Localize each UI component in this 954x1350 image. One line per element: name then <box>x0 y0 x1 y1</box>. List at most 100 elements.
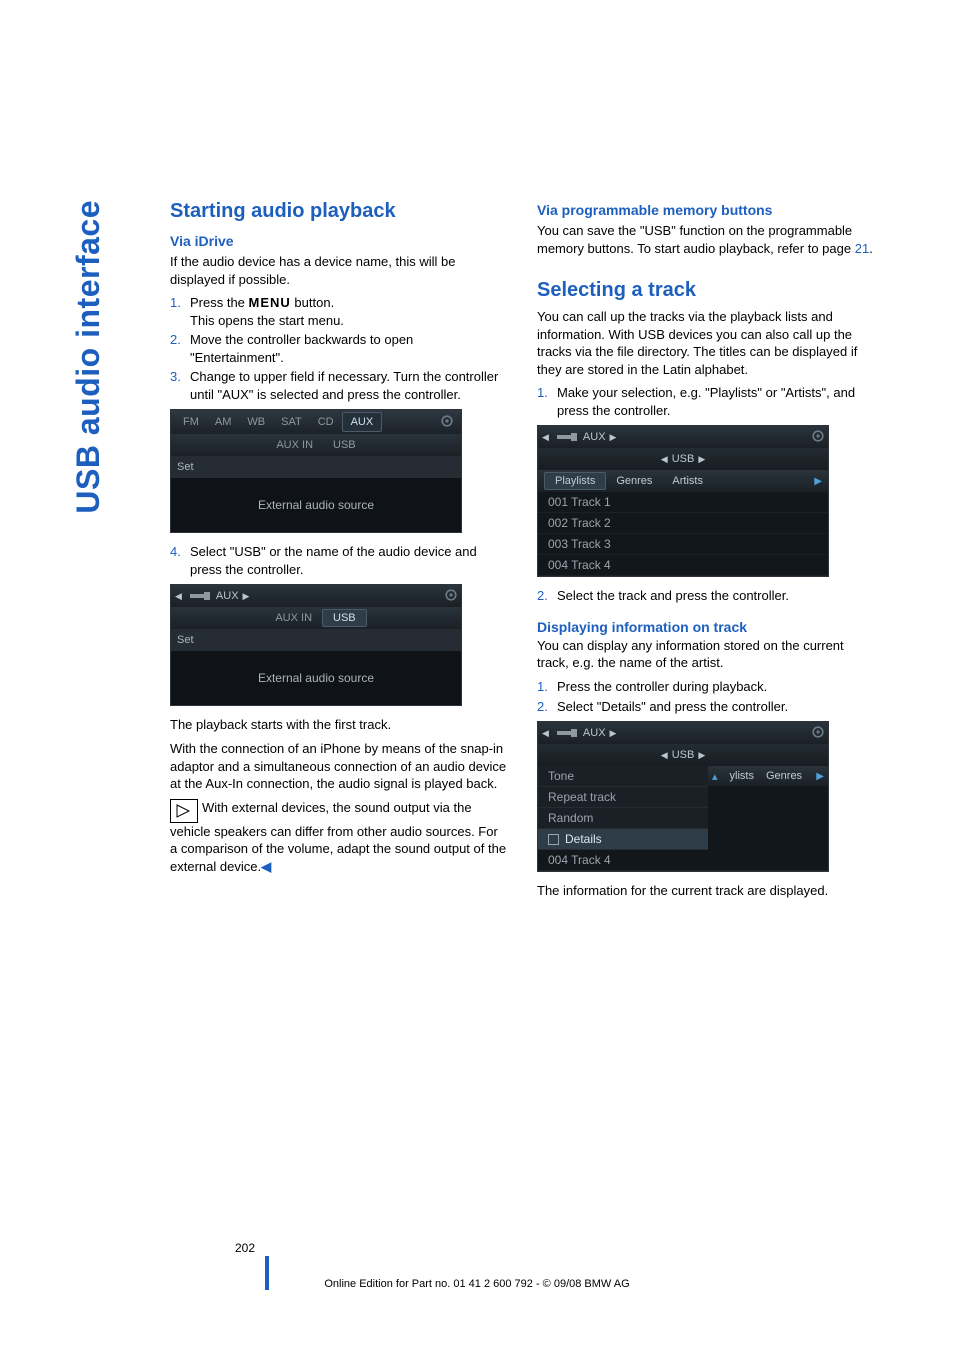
footer-line: Online Edition for Part no. 01 41 2 600 … <box>0 1278 954 1290</box>
right-arrow-icon: ▶ <box>606 728 621 739</box>
heading-via-idrive: Via iDrive <box>170 233 507 249</box>
nav-aux-label: AUX <box>216 590 239 602</box>
tab-genres: Genres <box>606 473 662 489</box>
left-arrow-icon: ◀ <box>657 750 672 761</box>
step-number: 3. <box>170 368 190 403</box>
tab-artists: Artists <box>662 473 713 489</box>
left-arrow-icon: ◀ <box>538 432 553 443</box>
scroll-right-icon: ▶ <box>814 476 822 487</box>
tab-playlists: Playlists <box>544 472 606 490</box>
gear-icon <box>439 413 457 431</box>
step-number: 2. <box>170 331 190 366</box>
plug-icon <box>557 432 579 442</box>
step-number: 4. <box>170 543 190 578</box>
idrive-screenshot-details: ◀ AUX ▶ ◀ USB ▶ Tone Repeat track <box>537 721 829 872</box>
scroll-right-icon: ▶ <box>816 771 824 782</box>
screen-body-text: External audio source <box>171 651 461 705</box>
step-number: 1. <box>537 678 557 696</box>
tab-genres: Genres <box>760 769 808 783</box>
note-paragraph: With external devices, the sound output … <box>170 799 507 876</box>
idrive-screenshot-source-select: FM AM WB SAT CD AUX AUX IN USB Set Exter… <box>170 409 462 533</box>
heading-via-memory-buttons: Via programmable memory buttons <box>537 202 874 218</box>
step-text: Select the track and press the controlle… <box>557 587 874 605</box>
scroll-left-icon: ▴ <box>712 770 718 783</box>
subtab-usb: USB <box>322 609 367 627</box>
note-icon <box>170 799 198 823</box>
nav-aux-label: AUX <box>583 727 606 739</box>
screen-body-text: External audio source <box>171 478 461 532</box>
set-row: Set <box>171 456 461 478</box>
step-text: Move the controller backwards to open "E… <box>190 331 507 366</box>
menu-random: Random <box>538 808 708 829</box>
idrive-screenshot-playlists: ◀ AUX ▶ ◀ USB ▶ Playlists Genres Artis <box>537 425 829 577</box>
display-steps-list: 1. Press the controller during playback.… <box>537 678 874 715</box>
set-row: Set <box>171 629 461 651</box>
gear-icon <box>443 587 461 605</box>
left-arrow-icon: ◀ <box>171 591 186 602</box>
left-arrow-icon: ◀ <box>657 454 672 465</box>
nav-usb-label: USB <box>672 749 695 761</box>
right-arrow-icon: ▶ <box>239 591 254 602</box>
paragraph-iphone: With the connection of an iPhone by mean… <box>170 740 507 793</box>
subtab-auxin: AUX IN <box>265 610 322 626</box>
nav-aux-label: AUX <box>583 431 606 443</box>
step-text: Select "Details" and press the controlle… <box>557 698 874 716</box>
paragraph-memory-buttons: You can save the "USB" function on the p… <box>537 222 874 257</box>
step-text: Change to upper field if necessary. Turn… <box>190 368 507 403</box>
page-ref-link[interactable]: 21 <box>855 241 869 256</box>
paragraph-intro: If the audio device has a device name, t… <box>170 253 507 288</box>
menu-tone: Tone <box>538 766 708 787</box>
step-number: 2. <box>537 698 557 716</box>
plug-icon <box>190 591 212 601</box>
right-arrow-icon: ▶ <box>694 750 709 761</box>
tab-am: AM <box>207 413 240 431</box>
gear-icon <box>810 428 828 446</box>
tab-cd: CD <box>310 413 342 431</box>
step-number: 2. <box>537 587 557 605</box>
menu-repeat: Repeat track <box>538 787 708 808</box>
heading-starting-audio-playback: Starting audio playback <box>170 200 507 223</box>
subtab-usb: USB <box>323 437 366 453</box>
steps-list: 1. Press the MENU button. This opens the… <box>170 294 507 403</box>
subtab-auxin: AUX IN <box>266 437 323 453</box>
paragraph-displaying-info: You can display any information stored o… <box>537 637 874 672</box>
tab-aux: AUX <box>342 412 383 432</box>
paragraph-playback-starts: The playback starts with the first track… <box>170 716 507 734</box>
page-number: 202 <box>235 1241 255 1255</box>
menu-button-label: MENU <box>249 295 291 310</box>
plug-icon <box>557 728 579 738</box>
nav-usb-label: USB <box>672 453 695 465</box>
end-arrow-icon: ◀ <box>261 859 271 874</box>
tab-sat: SAT <box>273 413 310 431</box>
step-number: 1. <box>170 294 190 329</box>
step-number: 1. <box>537 384 557 419</box>
checkbox-icon <box>548 834 559 845</box>
idrive-screenshot-usb-select: ◀ AUX ▶ AUX IN USB Set External audio so… <box>170 584 462 706</box>
step-text: Press the controller during playback. <box>557 678 874 696</box>
right-column: Via programmable memory buttons You can … <box>537 200 874 906</box>
select-steps-list-2: 2. Select the track and press the contro… <box>537 587 874 605</box>
paragraph-info-displayed: The information for the current track ar… <box>537 882 874 900</box>
menu-details: Details <box>538 829 708 850</box>
select-steps-list: 1. Make your selection, e.g. "Playlists"… <box>537 384 874 419</box>
paragraph-selecting-track: You can call up the tracks via the playb… <box>537 308 874 378</box>
left-arrow-icon: ◀ <box>538 728 553 739</box>
side-tab-title: USB audio interface <box>70 200 107 514</box>
track-row: 004 Track 4 <box>538 850 828 871</box>
tab-fm: FM <box>175 413 207 431</box>
left-column: Starting audio playback Via iDrive If th… <box>170 200 507 906</box>
heading-displaying-info: Displaying information on track <box>537 619 874 635</box>
right-arrow-icon: ▶ <box>694 454 709 465</box>
steps-list-cont: 4. Select "USB" or the name of the audio… <box>170 543 507 578</box>
tab-ylists: ylists <box>724 769 760 783</box>
right-arrow-icon: ▶ <box>606 432 621 443</box>
step-text: Press the MENU button. This opens the st… <box>190 294 507 329</box>
track-row: 004 Track 4 <box>538 555 828 576</box>
step-text: Make your selection, e.g. "Playlists" or… <box>557 384 874 419</box>
tab-wb: WB <box>239 413 273 431</box>
track-row: 002 Track 2 <box>538 513 828 534</box>
step-text: Select "USB" or the name of the audio de… <box>190 543 507 578</box>
heading-selecting-track: Selecting a track <box>537 279 874 302</box>
gear-icon <box>810 724 828 742</box>
track-row: 003 Track 3 <box>538 534 828 555</box>
